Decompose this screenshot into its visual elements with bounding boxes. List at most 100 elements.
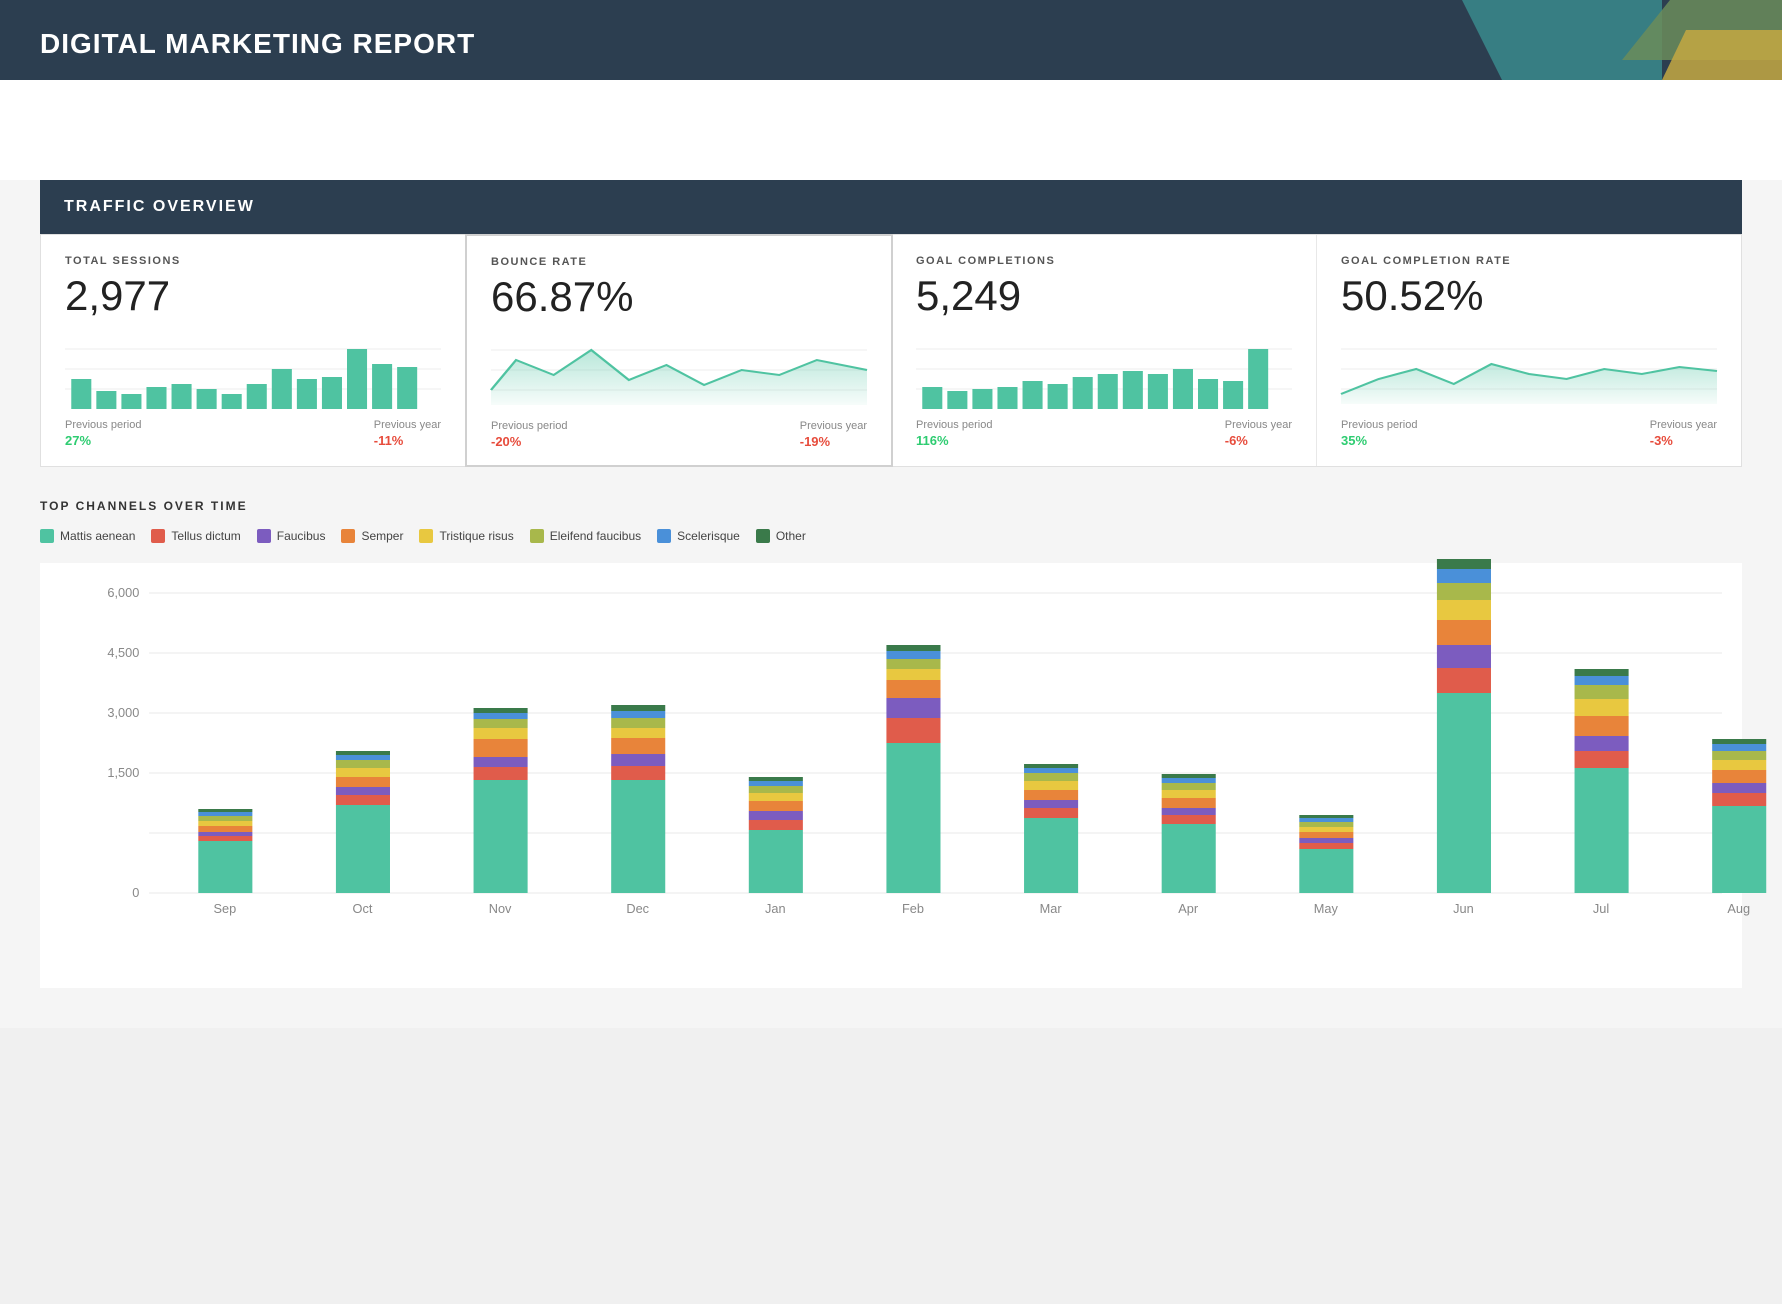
- kpi-previous-year-value: -6%: [1225, 433, 1292, 448]
- svg-text:Mar: Mar: [1040, 901, 1063, 916]
- svg-text:Jan: Jan: [765, 901, 786, 916]
- kpi-previous-period-group: Previous period 116%: [916, 419, 992, 448]
- legend-dot-tellus: [151, 529, 165, 543]
- legend-dot-semper: [341, 529, 355, 543]
- legend-dot-mattis: [40, 529, 54, 543]
- legend-label-semper: Semper: [361, 529, 403, 543]
- main-content: TRAFFIC OVERVIEW TOTAL SESSIONS 2,977: [0, 180, 1782, 1028]
- kpi-previous-year-value: -11%: [374, 433, 441, 448]
- kpi-value-bounce-rate: 66.87%: [491, 276, 867, 318]
- kpi-previous-year-group: Previous year -19%: [800, 420, 867, 449]
- kpi-previous-period-value: 27%: [65, 433, 141, 448]
- kpi-card-goal-completions: GOAL COMPLETIONS 5,249: [892, 235, 1317, 466]
- svg-text:Jul: Jul: [1593, 901, 1609, 916]
- legend-label-faucibus: Faucibus: [277, 529, 326, 543]
- channels-chart-svg: 6,000 4,500 3,000 1,500 0 Sep: [100, 583, 1722, 963]
- legend-item-mattis: Mattis aenean: [40, 529, 135, 543]
- legend-item-scelerisque: Scelerisque: [657, 529, 740, 543]
- legend-dot-tristique: [419, 529, 433, 543]
- svg-text:Jun: Jun: [1453, 901, 1474, 916]
- bar-apr: Apr: [1162, 774, 1216, 916]
- bar-may: May: [1299, 815, 1353, 916]
- bar-oct: Oct: [336, 751, 390, 916]
- kpi-previous-period-label: Previous period: [1341, 419, 1417, 431]
- kpi-previous-year-label: Previous year: [374, 419, 441, 431]
- legend-dot-other: [756, 529, 770, 543]
- bar-dec: Dec: [611, 705, 665, 916]
- kpi-row: TOTAL SESSIONS 2,977: [40, 234, 1742, 467]
- legend-label-scelerisque: Scelerisque: [677, 529, 740, 543]
- bar-sep: Sep: [198, 809, 252, 916]
- kpi-previous-year-label: Previous year: [1225, 419, 1292, 431]
- kpi-card-goal-completion-rate: GOAL COMPLETION RATE 50.52%: [1317, 235, 1741, 466]
- svg-text:Oct: Oct: [353, 901, 373, 916]
- legend-label-mattis: Mattis aenean: [60, 529, 135, 543]
- channels-title: TOP CHANNELS OVER TIME: [40, 499, 1742, 513]
- kpi-footer-goal-completion-rate: Previous period 35% Previous year -3%: [1341, 419, 1717, 448]
- bar-nov: Nov: [474, 708, 528, 916]
- kpi-previous-year-label: Previous year: [800, 420, 867, 432]
- kpi-previous-year-label: Previous year: [1650, 419, 1717, 431]
- kpi-label-goal-completions: GOAL COMPLETIONS: [916, 255, 1292, 267]
- legend-label-other: Other: [776, 529, 806, 543]
- bar-jun: Jun: [1437, 559, 1491, 916]
- kpi-chart-bounce-rate: [491, 330, 867, 410]
- section-title: TRAFFIC OVERVIEW: [64, 198, 1718, 216]
- bar-jul: Jul: [1575, 669, 1629, 916]
- legend-item-semper: Semper: [341, 529, 403, 543]
- kpi-chart-total-sessions: [65, 329, 441, 409]
- kpi-previous-period-value: -20%: [491, 434, 567, 449]
- kpi-label-bounce-rate: BOUNCE RATE: [491, 256, 867, 268]
- kpi-footer-total-sessions: Previous period 27% Previous year -11%: [65, 419, 441, 448]
- legend-item-eleifend: Eleifend faucibus: [530, 529, 641, 543]
- kpi-value-goal-completion-rate: 50.52%: [1341, 275, 1717, 317]
- section-header: TRAFFIC OVERVIEW: [40, 180, 1742, 234]
- svg-text:Apr: Apr: [1178, 901, 1199, 916]
- bar-aug: Aug: [1712, 739, 1766, 916]
- kpi-previous-period-label: Previous period: [491, 420, 567, 432]
- svg-text:1,500: 1,500: [107, 765, 139, 780]
- legend-item-tristique: Tristique risus: [419, 529, 513, 543]
- kpi-value-total-sessions: 2,977: [65, 275, 441, 317]
- legend-label-tellus: Tellus dictum: [171, 529, 240, 543]
- legend-dot-scelerisque: [657, 529, 671, 543]
- kpi-previous-year-group: Previous year -3%: [1650, 419, 1717, 448]
- svg-text:Aug: Aug: [1727, 901, 1750, 916]
- traffic-overview-section: TRAFFIC OVERVIEW TOTAL SESSIONS 2,977: [40, 180, 1742, 467]
- svg-text:Dec: Dec: [626, 901, 649, 916]
- kpi-label-goal-completion-rate: GOAL COMPLETION RATE: [1341, 255, 1717, 267]
- kpi-previous-period-value: 35%: [1341, 433, 1417, 448]
- sub-header-area: [0, 80, 1782, 180]
- legend-item-faucibus: Faucibus: [257, 529, 326, 543]
- kpi-previous-period-label: Previous period: [65, 419, 141, 431]
- svg-text:Feb: Feb: [902, 901, 924, 916]
- kpi-previous-year-group: Previous year -6%: [1225, 419, 1292, 448]
- kpi-card-bounce-rate: BOUNCE RATE 66.87%: [465, 234, 893, 467]
- svg-text:Sep: Sep: [213, 901, 236, 916]
- kpi-previous-period-value: 116%: [916, 433, 992, 448]
- svg-text:May: May: [1314, 901, 1339, 916]
- kpi-label-total-sessions: TOTAL SESSIONS: [65, 255, 441, 267]
- legend-dot-faucibus: [257, 529, 271, 543]
- kpi-footer-goal-completions: Previous period 116% Previous year -6%: [916, 419, 1292, 448]
- legend-dot-eleifend: [530, 529, 544, 543]
- kpi-value-goal-completions: 5,249: [916, 275, 1292, 317]
- bar-jan: Jan: [749, 777, 803, 916]
- legend-item-other: Other: [756, 529, 806, 543]
- kpi-previous-period-group: Previous period -20%: [491, 420, 567, 449]
- channels-chart: 6,000 4,500 3,000 1,500 0 Sep: [40, 563, 1742, 988]
- channels-section: TOP CHANNELS OVER TIME Mattis aenean Tel…: [40, 499, 1742, 988]
- svg-text:Nov: Nov: [489, 901, 512, 916]
- kpi-previous-year-group: Previous year -11%: [374, 419, 441, 448]
- legend-label-eleifend: Eleifend faucibus: [550, 529, 641, 543]
- kpi-previous-year-value: -19%: [800, 434, 867, 449]
- kpi-previous-period-group: Previous period 35%: [1341, 419, 1417, 448]
- channels-legend: Mattis aenean Tellus dictum Faucibus Sem…: [40, 529, 1742, 543]
- header: DIGITAL MARKETING REPORT: [0, 0, 1782, 80]
- legend-label-tristique: Tristique risus: [439, 529, 513, 543]
- kpi-chart-goal-completions: [916, 329, 1292, 409]
- legend-item-tellus: Tellus dictum: [151, 529, 240, 543]
- kpi-chart-goal-completion-rate: [1341, 329, 1717, 409]
- kpi-previous-period-group: Previous period 27%: [65, 419, 141, 448]
- svg-text:4,500: 4,500: [107, 645, 139, 660]
